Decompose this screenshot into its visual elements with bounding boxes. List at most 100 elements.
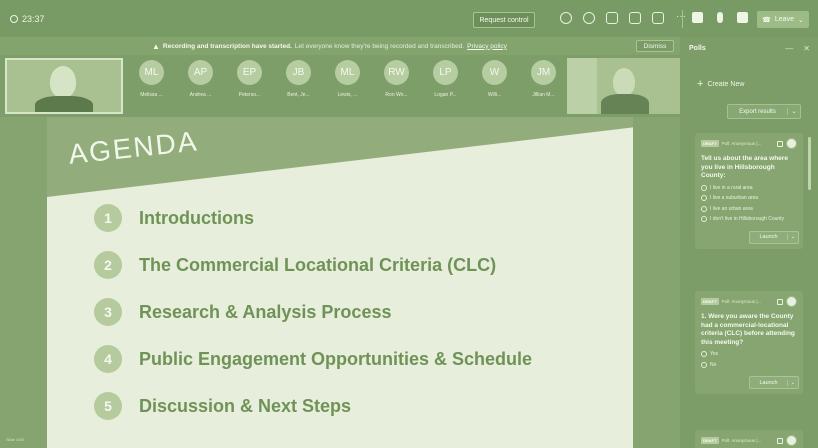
agenda-item-number: 2 (94, 251, 122, 279)
participant-name: Bent, Je... (287, 92, 310, 98)
radio-icon[interactable] (701, 184, 707, 191)
participant-avatar[interactable]: EP Peterso... (231, 60, 268, 98)
reactions-icon[interactable] (606, 12, 618, 24)
poll-option[interactable]: I live in a rural area (701, 184, 797, 192)
launch-button[interactable]: Launch ⌄ (749, 230, 799, 244)
agenda-item: 3 Research & Analysis Process (94, 298, 614, 326)
chevron-down-icon[interactable]: ⌄ (798, 16, 804, 24)
avatar-initials: JB (286, 60, 311, 85)
agenda-item: 5 Discussion & Next Steps (94, 392, 614, 420)
poll-option[interactable]: No (701, 361, 797, 369)
dismiss-button[interactable]: Dismiss (636, 40, 674, 52)
radio-icon[interactable] (701, 205, 707, 212)
apps-icon[interactable] (652, 12, 664, 24)
author-avatar (786, 435, 797, 446)
agenda-item: 2 The Commercial Locational Criteria (CLC… (94, 251, 614, 279)
poll-card[interactable]: DRAFT Poll: Anonymous |... 1. Were you awa… (695, 291, 803, 394)
radio-icon[interactable] (701, 216, 707, 222)
launch-label: Launch (759, 379, 778, 386)
participant-avatar[interactable]: LP Logan P... (427, 60, 464, 98)
chevron-down-icon[interactable]: ⌄ (787, 379, 798, 386)
draft-badge: DRAFT (701, 140, 719, 147)
timer-text: 23:37 (22, 13, 45, 24)
window-background (567, 58, 597, 114)
poll-card[interactable]: DRAFT Poll: Anonymous |... Tell us about t… (695, 133, 803, 249)
lock-icon (777, 298, 783, 305)
participant-name: Peterso... (238, 92, 261, 98)
author-avatar (786, 296, 797, 307)
notice-title-text: Recording and transcription have started… (162, 42, 292, 50)
view-icon[interactable] (629, 12, 641, 24)
slide-counter: Slide 4/45 (6, 437, 24, 442)
panel-scrollbar[interactable] (808, 137, 811, 190)
minimize-icon[interactable]: — (785, 44, 793, 53)
draft-badge: DRAFT (701, 298, 719, 305)
poll-option[interactable]: I live an urban area (701, 205, 797, 213)
participant-name: Logan P... (434, 92, 457, 98)
participant-face (613, 68, 635, 96)
polls-panel: Polls — ✕ + Create New Export results ⌄ … (680, 37, 818, 448)
draft-badge: DRAFT (701, 437, 719, 444)
launch-label: Launch (759, 234, 778, 240)
poll-option[interactable]: I don't live in Hillsborough County (701, 216, 797, 223)
radio-icon[interactable] (701, 351, 707, 357)
participant-avatar[interactable]: RW Ron Wo... (378, 60, 415, 98)
avatar-initials: W (482, 60, 507, 85)
meeting-timer: 23:37 (10, 14, 45, 24)
poll-option[interactable]: I live a suburban area (701, 195, 797, 202)
device-controls (692, 12, 748, 23)
participant-avatar[interactable]: JM Jillian M... (525, 60, 562, 98)
create-new-button[interactable]: + Create New (697, 78, 818, 90)
agenda-item-number: 5 (94, 392, 122, 420)
polls-title: Polls (689, 44, 706, 52)
agenda-item: 1 Introductions (94, 204, 614, 232)
privacy-policy-link[interactable]: Privacy policy (467, 43, 507, 50)
participant-name: Andrea ... (189, 92, 212, 98)
poll-option-label: No (710, 361, 717, 368)
more-icon[interactable]: ··· (675, 12, 687, 24)
poll-card[interactable]: DRAFT Poll: Anonymous |... (695, 430, 803, 448)
request-control-button[interactable]: Request control (473, 12, 535, 28)
poll-option-label: Yes (710, 351, 719, 357)
participant-avatar[interactable]: AP Andrea ... (182, 60, 219, 98)
close-icon[interactable]: ✕ (803, 44, 810, 53)
warning-icon: ▲ (152, 41, 160, 51)
launch-button[interactable]: Launch ⌄ (749, 376, 799, 389)
share-icon[interactable] (737, 12, 748, 23)
poll-card-header: DRAFT Poll: Anonymous |... (701, 138, 797, 149)
participant-video-tile-2[interactable] (567, 58, 680, 114)
author-avatar (786, 138, 797, 149)
poll-type-label: Poll: Anonymous |... (721, 141, 762, 146)
people-icon[interactable] (560, 12, 572, 24)
participant-video-tile[interactable] (5, 58, 123, 114)
radio-icon[interactable] (701, 195, 707, 201)
plus-icon: + (697, 78, 704, 90)
participant-avatar[interactable]: JB Bent, Je... (280, 60, 317, 98)
participant-avatar[interactable]: W Willi... (476, 60, 513, 98)
chevron-down-icon[interactable]: ⌄ (787, 108, 800, 115)
toolbar-divider (682, 10, 683, 28)
chevron-down-icon[interactable]: ⌄ (787, 234, 798, 240)
export-results-button[interactable]: Export results ⌄ (727, 104, 801, 119)
camera-icon[interactable] (692, 12, 703, 23)
radio-icon[interactable] (701, 361, 707, 368)
chat-icon[interactable] (583, 12, 595, 24)
poll-card-header: DRAFT Poll: Anonymous |... (701, 296, 797, 307)
poll-option-label: I live a suburban area (710, 195, 759, 201)
poll-option-label: I live an urban area (710, 205, 753, 212)
avatar-initials: ML (335, 60, 360, 85)
participant-avatar[interactable]: ML Melissa ... (133, 60, 170, 98)
participants-strip: ML Melissa ... AP Andrea ... EP Peterso... JB B… (0, 55, 680, 117)
avatar-initials: EP (237, 60, 262, 85)
mic-icon[interactable] (717, 12, 723, 23)
recording-notice: ▲ Recording and transcription have start… (0, 37, 680, 55)
leave-button[interactable]: ☎ Leave ⌄ (757, 11, 809, 28)
poll-type-label: Poll: Anonymous |... (721, 438, 762, 443)
meeting-window: 23:37 Request control ··· ☎ Leave ⌄ ▲ Re… (0, 0, 818, 448)
avatar-initials: AP (188, 60, 213, 85)
participant-name: Jillian M... (532, 92, 555, 98)
participant-avatar[interactable]: ML Lewis, ... (329, 60, 366, 98)
avatar-initials: LP (433, 60, 458, 85)
agenda-item-number: 4 (94, 345, 122, 373)
poll-option[interactable]: Yes (701, 351, 797, 358)
